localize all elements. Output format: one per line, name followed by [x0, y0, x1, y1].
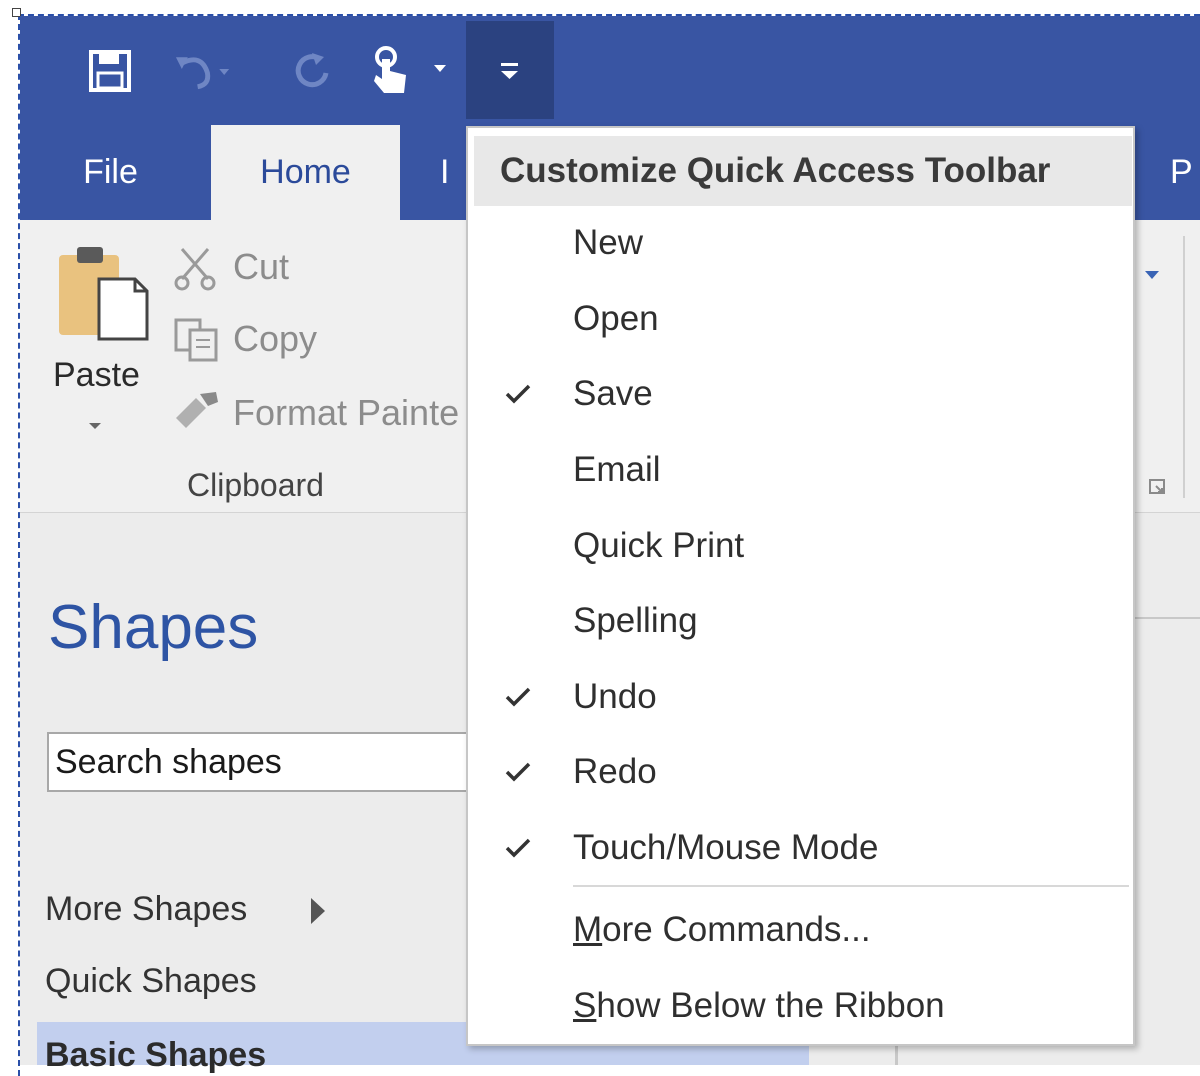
menu-separator [573, 885, 1129, 887]
more-shapes-item[interactable]: More Shapes [45, 890, 325, 929]
menu-item-label: Touch/Mouse Mode [573, 828, 879, 867]
menu-item-email[interactable]: Email [468, 434, 1133, 506]
menu-item-show-below-ribbon[interactable]: Show Below the Ribbon [468, 970, 1133, 1042]
menu-item-spelling[interactable]: Spelling [468, 585, 1133, 657]
checkmark-icon [498, 812, 538, 884]
menu-item-new[interactable]: New [468, 207, 1133, 279]
ribbon-divider [1183, 236, 1185, 498]
menu-item-label: New [573, 223, 644, 262]
save-icon [89, 50, 131, 92]
menu-item-label: Open [573, 299, 659, 338]
format-painter-button[interactable]: Format Painte [233, 392, 459, 434]
menu-header: Customize Quick Access Toolbar [474, 136, 1132, 206]
cut-button[interactable]: Cut [233, 246, 289, 288]
redo-button[interactable] [282, 40, 342, 102]
font-size-dropdown-icon[interactable] [1143, 268, 1161, 286]
quick-shapes-item[interactable]: Quick Shapes [45, 962, 257, 1001]
touch-mode-icon [374, 46, 446, 93]
basic-shapes-label: Basic Shapes [45, 1036, 267, 1074]
checkmark-icon [498, 661, 538, 733]
font-fragment [1136, 284, 1144, 310]
menu-item-more-commands[interactable]: More Commands... [468, 894, 1133, 966]
copy-icon [172, 316, 222, 362]
menu-item-label: Quick Print [573, 526, 745, 565]
tab-home[interactable]: Home [211, 125, 400, 220]
checkmark-icon [498, 736, 538, 808]
menu-item-label: Email [573, 450, 661, 489]
menu-item-label: Show Below the Ribbon [573, 986, 945, 1025]
redo-icon [295, 53, 329, 88]
tab-p[interactable]: P [1170, 125, 1200, 220]
customize-qat-button[interactable] [466, 21, 554, 119]
tab-file[interactable]: File [63, 125, 158, 220]
paste-label[interactable]: Paste [53, 356, 140, 395]
search-input[interactable]: Search shapes [47, 732, 487, 792]
undo-icon [175, 57, 230, 90]
menu-item-redo[interactable]: Redo [468, 736, 1133, 808]
menu-item-label: Spelling [573, 601, 698, 640]
copy-button[interactable]: Copy [233, 318, 317, 360]
menu-item-label: Redo [573, 752, 657, 791]
more-shapes-label: More Shapes [45, 890, 248, 928]
touch-mode-button[interactable] [362, 40, 462, 102]
chevron-right-icon [311, 898, 325, 924]
dialog-launcher-icon[interactable] [1148, 478, 1168, 496]
undo-button[interactable] [172, 40, 237, 102]
menu-item-touch-mouse-mode[interactable]: Touch/Mouse Mode [468, 812, 1133, 884]
customize-qat-menu: Customize Quick Access Toolbar New Open … [466, 126, 1135, 1046]
menu-item-label: More Commands... [573, 910, 871, 949]
paste-button[interactable] [55, 243, 151, 343]
paste-dropdown-icon[interactable] [87, 418, 103, 436]
checkmark-icon [498, 358, 538, 430]
format-painter-icon [172, 388, 224, 434]
menu-item-label: Undo [573, 677, 657, 716]
menu-item-label: Save [573, 374, 653, 413]
menu-item-quick-print[interactable]: Quick Print [468, 510, 1133, 582]
shapes-title: Shapes [48, 593, 259, 662]
clipboard-group-label: Clipboard [187, 467, 324, 503]
cut-icon [172, 245, 222, 291]
clipboard-icon [59, 247, 149, 341]
customize-dropdown-icon [501, 63, 518, 79]
menu-item-open[interactable]: Open [468, 283, 1133, 355]
save-button[interactable] [80, 40, 140, 102]
menu-item-undo[interactable]: Undo [468, 661, 1133, 733]
menu-item-save[interactable]: Save [468, 358, 1133, 430]
